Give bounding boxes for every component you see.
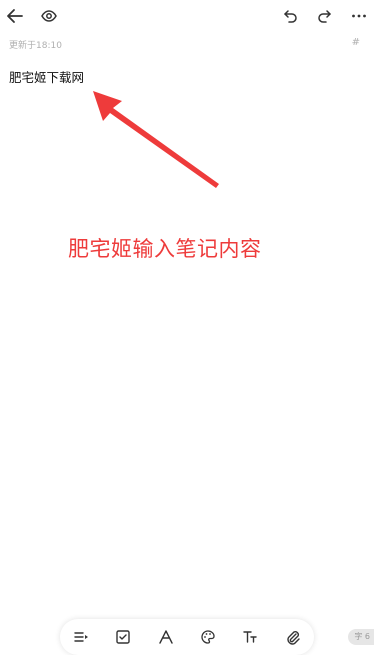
annotation-text: 肥宅姬输入笔记内容 bbox=[68, 237, 262, 261]
font-icon[interactable] bbox=[154, 625, 178, 649]
list-icon[interactable] bbox=[69, 625, 93, 649]
undo-icon[interactable] bbox=[278, 3, 304, 29]
note-content[interactable]: 肥宅姬下载网 bbox=[9, 67, 84, 86]
text-size-icon[interactable] bbox=[238, 625, 262, 649]
palette-icon[interactable] bbox=[196, 625, 220, 649]
eye-icon[interactable] bbox=[36, 3, 62, 29]
annotation-arrow bbox=[93, 91, 219, 188]
back-arrow-icon[interactable] bbox=[2, 3, 28, 29]
more-icon[interactable] bbox=[346, 3, 372, 29]
redo-icon[interactable] bbox=[311, 3, 337, 29]
attachment-icon[interactable] bbox=[281, 625, 305, 649]
updated-time: 更新于18:10 bbox=[9, 41, 62, 51]
top-bar bbox=[0, 0, 374, 34]
tag-icon[interactable]: # bbox=[352, 37, 360, 48]
bottom-toolbar bbox=[60, 619, 314, 655]
checkbox-icon[interactable] bbox=[111, 625, 135, 649]
char-count-badge: 字 6 bbox=[348, 629, 374, 645]
